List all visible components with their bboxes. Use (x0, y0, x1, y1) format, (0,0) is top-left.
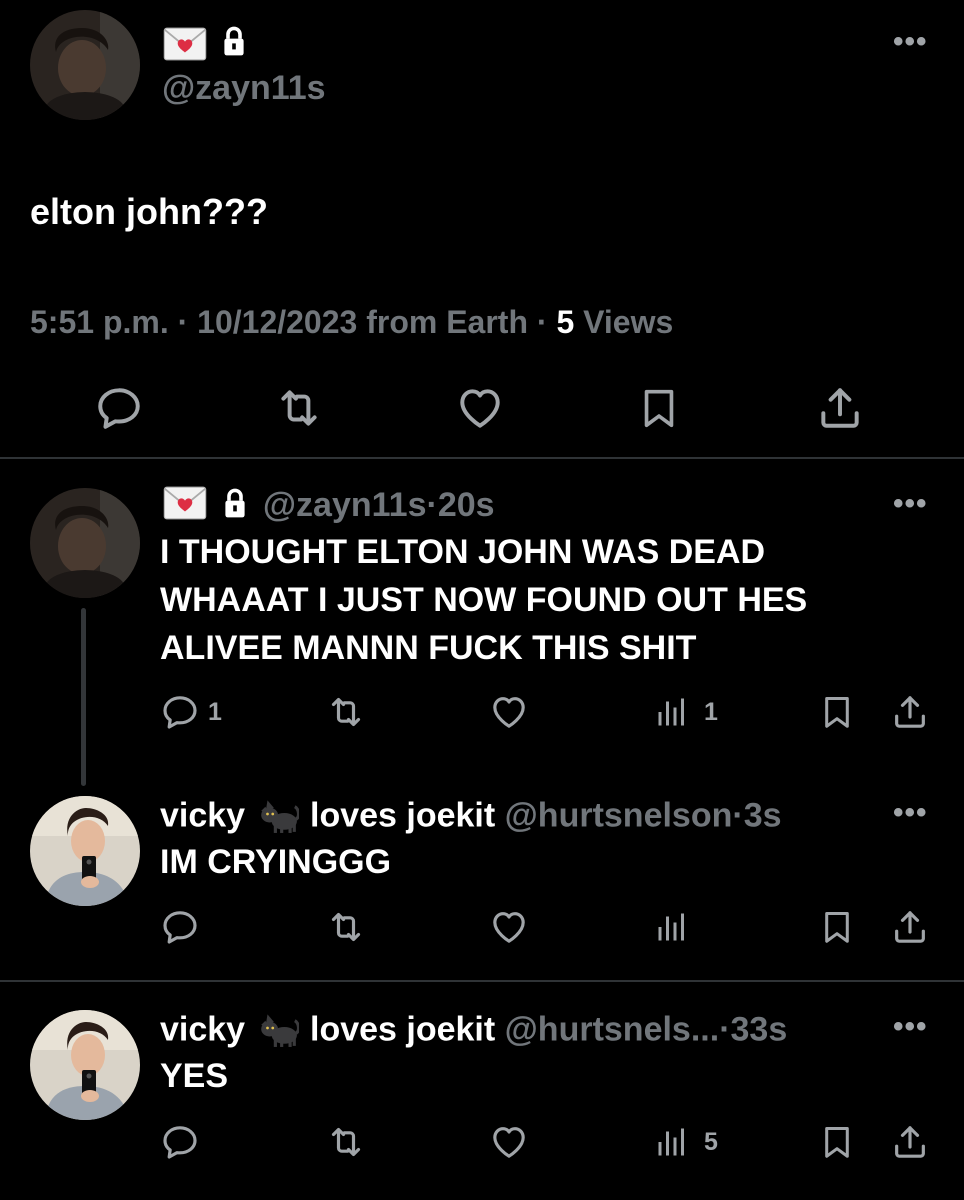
views-count[interactable]: 5 (556, 304, 574, 340)
user-handle[interactable]: @zayn11s (162, 68, 326, 108)
love-letter-emoji (162, 486, 208, 529)
tweet-date: 10/12/2023 from Earth (197, 304, 528, 340)
avatar[interactable] (30, 488, 140, 598)
reply-text: YES (160, 1057, 229, 1095)
meta-separator: · (177, 304, 189, 340)
bookmark-icon[interactable] (818, 1122, 856, 1162)
tweet-text: elton john??? (30, 191, 268, 232)
reply-icon[interactable] (160, 1122, 200, 1162)
user-handle[interactable]: @zayn11s (263, 486, 427, 524)
reply-text-line: I THOUGHT ELTON JOHN WAS DEAD (160, 533, 766, 571)
more-options-icon[interactable]: ••• (893, 798, 928, 828)
lock-icon (223, 487, 247, 528)
reply-text-line: WHAAAT I JUST NOW FOUND OUT HES (160, 581, 808, 619)
lock-icon (222, 25, 246, 62)
heart-icon[interactable] (489, 907, 529, 947)
avatar[interactable] (30, 1010, 140, 1120)
meta-separator: · (536, 304, 548, 340)
thread-line (81, 608, 86, 786)
black-cat-emoji (255, 792, 301, 843)
retweet-icon[interactable] (272, 383, 326, 433)
black-cat-emoji (255, 1006, 301, 1057)
meta-separator: · (732, 796, 744, 835)
tweet-meta: 5:51 p.m. · 10/12/2023 from Earth · 5 Vi… (30, 302, 673, 342)
divider (0, 457, 964, 459)
reply-header: @zayn11s·20s (162, 485, 495, 529)
heart-icon[interactable] (455, 383, 505, 433)
views-icon[interactable] (654, 694, 690, 730)
reply-icon[interactable] (160, 907, 200, 947)
avatar[interactable] (30, 10, 140, 120)
divider (0, 980, 964, 982)
heart-icon[interactable] (489, 692, 529, 732)
reply-text: I THOUGHT ELTON JOHN WAS DEAD WHAAAT I J… (160, 528, 807, 672)
reply-icon[interactable] (94, 383, 144, 433)
meta-separator: · (426, 486, 438, 524)
more-options-icon[interactable]: ••• (893, 27, 928, 57)
reply-count: 1 (208, 698, 222, 726)
retweet-icon[interactable] (324, 1122, 368, 1162)
display-name[interactable]: vicky (160, 796, 245, 834)
views-label[interactable]: Views (583, 304, 673, 340)
reply-age[interactable]: 3s (744, 796, 782, 834)
share-icon[interactable] (815, 383, 865, 433)
user-handle[interactable]: @hurtsnels... (505, 1010, 720, 1048)
views-icon[interactable] (654, 1124, 690, 1160)
love-letter-emoji (162, 27, 208, 66)
bookmark-icon[interactable] (818, 692, 856, 732)
retweet-icon[interactable] (324, 692, 368, 732)
reply-icon[interactable] (160, 692, 200, 732)
views-icon[interactable] (654, 909, 690, 945)
heart-icon[interactable] (489, 1122, 529, 1162)
more-options-icon[interactable]: ••• (893, 1012, 928, 1042)
reply-header: vicky loves joekit @hurtsnels...·33s (160, 1006, 787, 1057)
views-count: 1 (704, 698, 718, 726)
bookmark-icon[interactable] (818, 907, 856, 947)
avatar[interactable] (30, 796, 140, 906)
reply-text-line: ALIVEE MANNN FUCK THIS SHIT (160, 629, 697, 667)
display-name[interactable]: loves joekit (310, 796, 495, 834)
display-name[interactable]: vicky (160, 1010, 245, 1048)
user-handle[interactable]: @hurtsnelson (505, 796, 733, 834)
share-icon[interactable] (890, 907, 930, 947)
views-count: 5 (704, 1128, 718, 1156)
more-options-icon[interactable]: ••• (893, 489, 928, 519)
meta-separator: · (719, 1010, 731, 1049)
reply-header: vicky loves joekit @hurtsnelson·3s (160, 792, 782, 843)
bookmark-icon[interactable] (636, 383, 682, 433)
reply-age[interactable]: 20s (438, 486, 495, 524)
retweet-icon[interactable] (324, 907, 368, 947)
reply-age[interactable]: 33s (731, 1010, 788, 1048)
reply-text: IM CRYINGGG (160, 843, 392, 881)
share-icon[interactable] (890, 1122, 930, 1162)
share-icon[interactable] (890, 692, 930, 732)
tweet-time[interactable]: 5:51 p.m. (30, 304, 169, 340)
display-name[interactable]: loves joekit (310, 1010, 495, 1048)
